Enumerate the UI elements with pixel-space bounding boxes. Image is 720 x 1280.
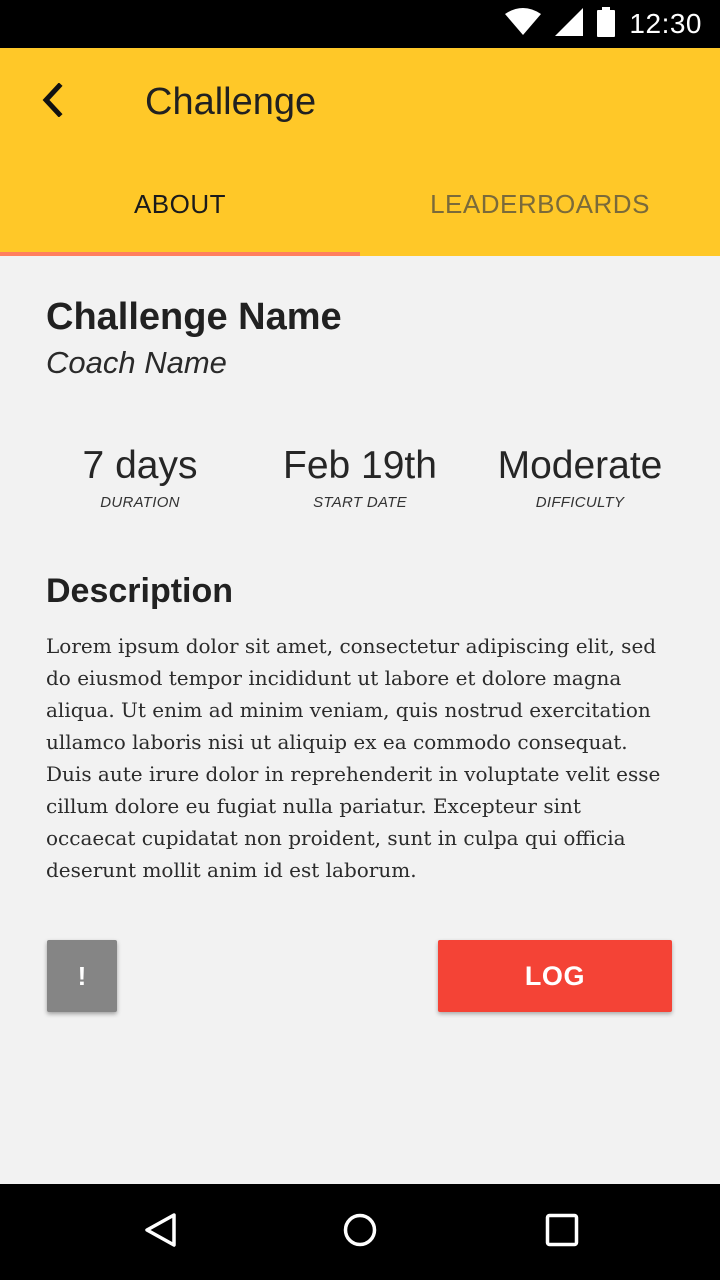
nav-back-button[interactable] — [136, 1208, 184, 1256]
nav-home-button[interactable] — [336, 1208, 384, 1256]
app-bar: Challenge ABOUT LEADERBOARDS — [0, 48, 720, 256]
cell-signal-icon — [555, 7, 584, 41]
back-triangle-icon — [142, 1212, 178, 1253]
tab-about[interactable]: ABOUT — [0, 152, 360, 256]
battery-icon — [597, 6, 616, 42]
stat-start-date: Feb 19th START DATE — [250, 442, 470, 511]
tab-label: ABOUT — [133, 188, 227, 219]
recents-square-icon — [545, 1213, 579, 1252]
wifi-icon — [505, 7, 542, 41]
system-nav-bar — [0, 1184, 720, 1280]
tab-label: LEADERBOARDS — [430, 188, 650, 219]
stat-difficulty: Moderate DIFFICULTY — [470, 442, 690, 511]
chevron-left-icon — [40, 81, 64, 122]
stat-label: DIFFICULTY — [535, 494, 625, 511]
status-time: 12:30 — [629, 8, 702, 39]
page-title: Challenge — [145, 81, 317, 123]
challenge-stats: 7 days DURATION Feb 19th START DATE Mode… — [30, 442, 690, 511]
status-icons: 12:30 — [505, 6, 702, 42]
stat-value: 7 days — [82, 444, 198, 487]
stat-label: DURATION — [100, 494, 180, 511]
tab-leaderboards[interactable]: LEADERBOARDS — [360, 152, 720, 256]
challenge-name: Challenge Name — [46, 296, 342, 338]
nav-recents-button[interactable] — [538, 1208, 586, 1256]
back-button[interactable] — [28, 76, 76, 128]
description-heading: Description — [46, 572, 234, 610]
home-circle-icon — [342, 1212, 378, 1253]
status-bar: 12:30 — [0, 0, 720, 48]
stat-duration: 7 days DURATION — [30, 442, 250, 511]
coach-name: Coach Name — [46, 345, 227, 380]
report-button[interactable]: ! — [47, 940, 117, 1012]
stat-value: Moderate — [497, 444, 663, 487]
about-content: Challenge Name Coach Name 7 days DURATIO… — [0, 256, 720, 1184]
tab-bar: ABOUT LEADERBOARDS — [0, 152, 720, 256]
stat-label: START DATE — [313, 494, 407, 511]
description-body: Lorem ipsum dolor sit amet, consectetur … — [46, 634, 661, 882]
stat-value: Feb 19th — [283, 444, 437, 487]
log-button[interactable]: LOG — [438, 940, 672, 1012]
